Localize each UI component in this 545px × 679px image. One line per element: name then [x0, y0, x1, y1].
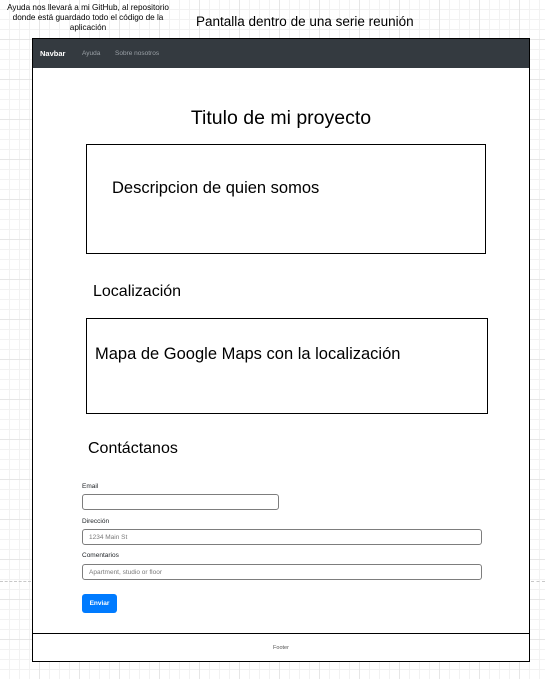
navbar: Navbar Ayuda Sobre nosotros [33, 39, 529, 68]
map-text: Mapa de Google Maps con la localización [95, 345, 401, 363]
footer: Footer [33, 633, 529, 661]
page-title: Titulo de mi proyecto [190, 107, 372, 129]
comments-label: Comentarios [82, 552, 119, 559]
submit-button[interactable]: Enviar [82, 594, 117, 613]
description-text: Descripcion de quien somos [112, 179, 320, 197]
location-heading: Localización [93, 283, 182, 300]
navbar-brand[interactable]: Navbar [40, 49, 65, 58]
map-box: Mapa de Google Maps con la localización [86, 318, 488, 414]
description-box: Descripcion de quien somos [86, 144, 486, 254]
page-frame: Navbar Ayuda Sobre nosotros Titulo de mi… [32, 38, 530, 662]
footer-text: Footer [273, 645, 289, 651]
guide-line-left [0, 581, 31, 582]
email-label: Email [82, 483, 99, 490]
guide-line-right [531, 581, 545, 582]
address-label: Dirección [82, 518, 110, 525]
comments-field[interactable] [82, 564, 482, 580]
screen-annotation: Pantalla dentro de una serie reunión [196, 14, 414, 29]
nav-link-ayuda[interactable]: Ayuda [82, 50, 100, 57]
contact-heading: Contáctanos [88, 440, 178, 457]
help-annotation: Ayuda nos llevará a mi GitHub, al reposi… [7, 3, 169, 32]
email-field[interactable] [82, 494, 279, 510]
nav-link-sobre-nosotros[interactable]: Sobre nosotros [115, 50, 159, 57]
address-field[interactable] [82, 529, 482, 545]
